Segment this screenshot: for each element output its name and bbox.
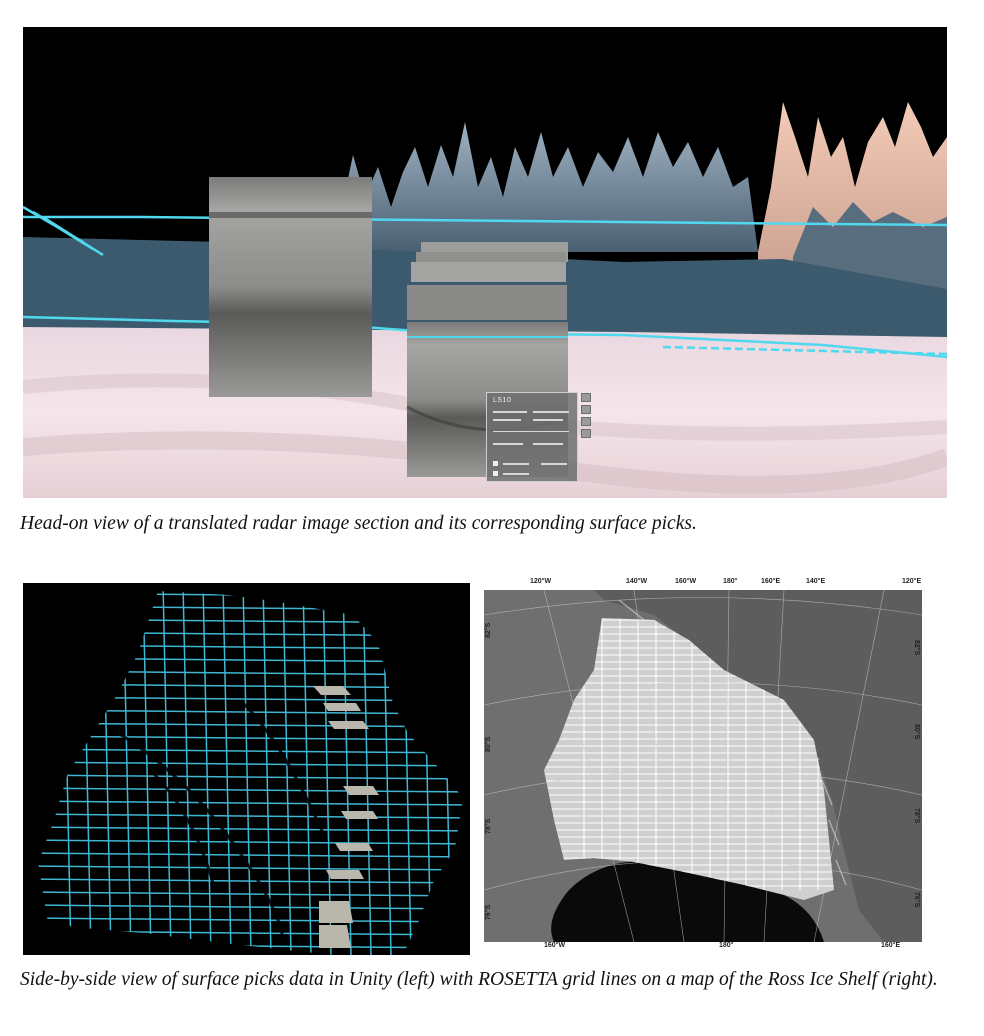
panel-checkbox[interactable] xyxy=(493,461,498,466)
grid-line-vertical xyxy=(62,591,72,955)
top-lon-label: 160°W xyxy=(675,578,697,585)
rosetta-map-figure: 120°W 140°W 160°W 180° 160°E 140°E 120°E xyxy=(484,578,922,950)
grid-line-vertical xyxy=(242,591,252,955)
top-lon-label: 180° xyxy=(723,578,738,585)
radar-scene xyxy=(23,102,947,498)
right-lat-label: 78°S xyxy=(913,808,920,824)
radar-section-stack xyxy=(407,242,568,320)
grid-line-horizontal xyxy=(38,943,463,949)
grid-line-horizontal xyxy=(38,696,463,702)
top-lon-label: 120°W xyxy=(530,578,552,585)
grid-line-vertical xyxy=(102,591,112,955)
grid-line-vertical xyxy=(82,591,92,955)
unity-surface-picks-figure xyxy=(23,583,470,955)
right-lat-label: 76°S xyxy=(913,892,920,908)
grid-line-horizontal xyxy=(38,787,463,793)
bottom-lon-label: 180° xyxy=(719,942,734,949)
right-lat-label: 82°S xyxy=(913,640,920,656)
grid-line-horizontal xyxy=(38,813,463,819)
left-lat-label: 82°S xyxy=(485,622,492,638)
grid-line-vertical xyxy=(142,591,152,955)
grid-line-vertical xyxy=(362,591,372,955)
left-lat-label: 80°S xyxy=(485,736,492,752)
grid-line-vertical xyxy=(122,591,132,955)
panel-checkbox[interactable] xyxy=(493,471,498,476)
grid-line-horizontal xyxy=(38,930,463,936)
bottom-lon-label: 160°W xyxy=(544,942,566,949)
right-lat-label: 80°S xyxy=(913,724,920,740)
left-lat-label: 78°S xyxy=(485,818,492,834)
panel-title: LS10 xyxy=(493,397,512,404)
grid-line-vertical xyxy=(422,591,432,955)
top-lon-label: 160°E xyxy=(761,578,781,585)
grid-line-vertical xyxy=(202,591,212,955)
left-lat-label: 76°S xyxy=(485,904,492,920)
grid-line-horizontal xyxy=(38,826,463,832)
figure-2-caption: Side-by-side view of surface picks data … xyxy=(20,969,938,990)
radar-section-left xyxy=(209,177,372,397)
panel-side-button[interactable] xyxy=(581,429,591,438)
grid-line-vertical xyxy=(222,591,232,955)
grid-line-horizontal xyxy=(38,657,463,663)
top-lon-label: 140°W xyxy=(626,578,648,585)
grid-line-vertical xyxy=(342,591,352,955)
grid-line-horizontal xyxy=(38,865,463,871)
grid-line-horizontal xyxy=(38,839,463,845)
radar-info-panel[interactable]: LS10 xyxy=(486,392,578,482)
grid-line-horizontal xyxy=(38,618,463,624)
bottom-lon-label: 160°E xyxy=(881,942,901,949)
grid-line-vertical xyxy=(382,591,392,955)
grid-line-vertical xyxy=(442,591,452,955)
grid-line-horizontal xyxy=(38,800,463,806)
grid-line-horizontal xyxy=(38,683,463,689)
panel-side-button[interactable] xyxy=(581,405,591,414)
grid-line-vertical xyxy=(302,591,312,955)
radar-head-on-figure: LS10 xyxy=(23,27,947,498)
top-lon-label: 120°E xyxy=(902,578,922,585)
panel-side-button[interactable] xyxy=(581,417,591,426)
figure-1-caption: Head-on view of a translated radar image… xyxy=(20,513,697,534)
grid-line-horizontal xyxy=(38,644,463,650)
grid-line-vertical xyxy=(322,591,332,955)
grid-line-vertical xyxy=(462,591,463,955)
grid-line-vertical xyxy=(402,591,412,955)
grid-line-horizontal xyxy=(38,592,463,598)
grid-line-horizontal xyxy=(38,670,463,676)
panel-side-button[interactable] xyxy=(581,393,591,402)
map-frame xyxy=(484,590,922,942)
grid-line-horizontal xyxy=(38,631,463,637)
grid-lines xyxy=(38,591,463,955)
grid-line-horizontal xyxy=(38,605,463,611)
grid-line-horizontal xyxy=(38,852,463,858)
surface-picks-grid xyxy=(38,591,463,955)
top-lon-label: 140°E xyxy=(806,578,826,585)
ross-ice-shelf-map xyxy=(484,590,922,942)
grid-line-vertical xyxy=(182,591,192,955)
